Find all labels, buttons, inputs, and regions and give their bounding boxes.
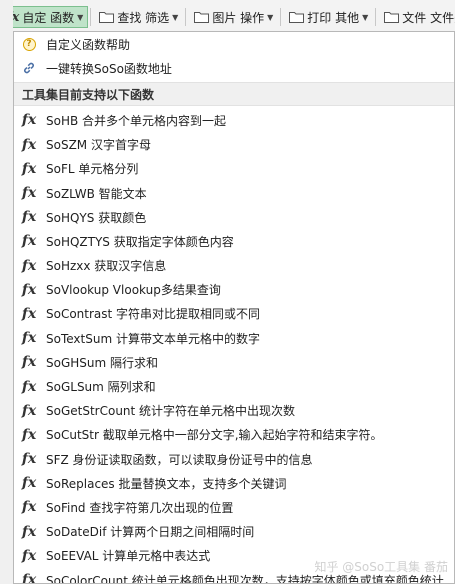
fx-icon: fx xyxy=(21,523,37,540)
fx-icon: fx xyxy=(21,257,37,274)
menu-item-function[interactable]: fx SoVlookup Vlookup多结果查询 xyxy=(14,278,454,302)
function-label: SoHQZTYS 获取指定字体颜色内容 xyxy=(46,234,234,249)
chevron-down-icon: ▼ xyxy=(172,12,179,22)
print-other-label: 打印 其他 xyxy=(307,10,360,25)
menu-item-function[interactable]: fx SoGHSum 隔行求和 xyxy=(14,350,454,374)
image-ops-button[interactable]: 图片 操作 ▼ xyxy=(190,6,278,28)
fx-icon: fx xyxy=(21,354,37,371)
link-icon xyxy=(24,63,34,74)
fx-icon: fx xyxy=(21,305,37,322)
menu-item-function[interactable]: fx SoGetStrCount 统计字符在单元格中出现次数 xyxy=(14,399,454,423)
section-header: 工具集目前支持以下函数 xyxy=(14,82,454,107)
fx-icon: fx xyxy=(21,233,37,250)
function-label: SoTextSum 计算带文本单元格中的数字 xyxy=(46,331,260,346)
fx-icon: fx xyxy=(21,499,37,516)
folder-icon xyxy=(289,12,305,23)
section-title: 工具集目前支持以下函数 xyxy=(22,87,155,102)
file-folder-button[interactable]: 文件 文件夹 xyxy=(380,6,455,28)
custom-function-label: 自定 函数 xyxy=(22,10,75,25)
file-folder-label: 文件 文件夹 xyxy=(402,10,455,25)
toolbar-divider xyxy=(90,8,92,26)
function-label: SoFL 单元格分列 xyxy=(46,162,139,177)
fx-icon: fx xyxy=(21,378,37,395)
toolbar-divider xyxy=(280,8,282,26)
fx-icon: fx xyxy=(21,451,37,468)
left-margin xyxy=(0,0,13,584)
function-label: SoHB 合并多个单元格内容到一起 xyxy=(46,113,227,128)
menu-item-function[interactable]: fx SFZ 身份证读取函数，可以读取身份证号中的信息 xyxy=(14,447,454,471)
fx-icon: fx xyxy=(21,475,37,492)
toolbar-divider xyxy=(185,8,187,26)
menu-item-function[interactable]: fx SoContrast 字符串对比提取相同或不同 xyxy=(14,302,454,326)
function-label: SoVlookup Vlookup多结果查询 xyxy=(46,283,221,298)
function-list: fx SoHB 合并多个单元格内容到一起 fx SoSZM 汉字首字母 fx SoFL 单… xyxy=(14,108,454,584)
function-label: SoHzxx 获取汉字信息 xyxy=(46,259,167,274)
function-label: SoFind 查找字符第几次出现的位置 xyxy=(46,500,234,515)
function-label: SoGHSum 隔行求和 xyxy=(46,355,159,370)
menu-item-function[interactable]: fx SoColorCount 统计单元格颜色出现次数，支持按字体颜色或填充颜色统… xyxy=(14,568,454,584)
chevron-down-icon: ▼ xyxy=(267,12,274,22)
function-label: SoColorCount 统计单元格颜色出现次数，支持按字体颜色或填充颜色统计 xyxy=(46,573,444,584)
menu-item-function[interactable]: fx SoFL 单元格分列 xyxy=(14,157,454,181)
chevron-down-icon: ▼ xyxy=(77,12,84,22)
function-label: SoHQYS 获取颜色 xyxy=(46,210,147,225)
fx-icon: fx xyxy=(21,281,37,298)
menu-item-function[interactable]: fx SoSZM 汉字首字母 xyxy=(14,133,454,157)
menu-item-help[interactable]: ? 自定义函数帮助 xyxy=(14,32,454,56)
function-label: SoZLWB 智能文本 xyxy=(46,186,147,201)
fx-icon: fx xyxy=(21,112,37,129)
function-label: SoGetStrCount 统计字符在单元格中出现次数 xyxy=(46,404,296,419)
toolbar: fx 自定 函数 ▼ 查找 筛选 ▼ 图片 操作 ▼ 打印 其他 ▼ 文件 文件… xyxy=(0,0,455,35)
menu-item-function[interactable]: fx SoZLWB 智能文本 xyxy=(14,181,454,205)
fx-icon: fx xyxy=(21,209,37,226)
menu-item-function[interactable]: fx SoCutStr 截取单元格中一部分文字,输入起始字符和结束字符。 xyxy=(14,423,454,447)
menu-item-function[interactable]: fx SoEEVAL 计算单元格中表达式 xyxy=(14,544,454,568)
function-dropdown-menu: ? 自定义函数帮助 一键转换SoSo函数地址 工具集目前支持以下函数 fx SoH… xyxy=(13,31,455,584)
function-label: SoGLSum 隔列求和 xyxy=(46,380,156,395)
fx-icon: fx xyxy=(21,136,37,153)
fx-icon: fx xyxy=(21,330,37,347)
function-label: SoDateDif 计算两个日期之间相隔时间 xyxy=(46,525,255,540)
menu-item-label: 自定义函数帮助 xyxy=(46,37,131,52)
menu-item-label: 一键转换SoSo函数地址 xyxy=(46,61,172,76)
menu-item-function[interactable]: fx SoHB 合并多个单元格内容到一起 xyxy=(14,108,454,132)
menu-item-function[interactable]: fx SoReplaces 批量替换文本，支持多个关键词 xyxy=(14,471,454,495)
menu-item-soso-link[interactable]: 一键转换SoSo函数地址 xyxy=(14,56,454,80)
function-label: SFZ 身份证读取函数，可以读取身份证号中的信息 xyxy=(46,452,313,467)
print-other-button[interactable]: 打印 其他 ▼ xyxy=(285,6,373,28)
fx-icon: fx xyxy=(21,426,37,443)
folder-icon xyxy=(99,12,115,23)
help-icon: ? xyxy=(22,37,36,51)
function-label: SoContrast 字符串对比提取相同或不同 xyxy=(46,307,261,322)
image-ops-label: 图片 操作 xyxy=(212,10,265,25)
find-filter-button[interactable]: 查找 筛选 ▼ xyxy=(95,6,183,28)
menu-item-function[interactable]: fx SoGLSum 隔列求和 xyxy=(14,374,454,398)
function-label: SoSZM 汉字首字母 xyxy=(46,138,151,153)
chevron-down-icon: ▼ xyxy=(362,12,369,22)
folder-icon xyxy=(384,12,400,23)
toolbar-divider xyxy=(375,8,377,26)
custom-function-button[interactable]: fx 自定 函数 ▼ xyxy=(2,6,89,28)
fx-icon: fx xyxy=(21,160,37,177)
function-label: SoEEVAL 计算单元格中表达式 xyxy=(46,549,211,564)
folder-icon xyxy=(194,12,210,23)
menu-item-function[interactable]: fx SoFind 查找字符第几次出现的位置 xyxy=(14,495,454,519)
fx-icon: fx xyxy=(21,402,37,419)
fx-icon: fx xyxy=(21,572,37,584)
fx-icon: fx xyxy=(21,547,37,564)
fx-icon: fx xyxy=(21,185,37,202)
function-label: SoReplaces 批量替换文本，支持多个关键词 xyxy=(46,476,287,491)
menu-item-function[interactable]: fx SoHQZTYS 获取指定字体颜色内容 xyxy=(14,229,454,253)
menu-item-function[interactable]: fx SoDateDif 计算两个日期之间相隔时间 xyxy=(14,520,454,544)
find-filter-label: 查找 筛选 xyxy=(117,10,170,25)
menu-item-function[interactable]: fx SoHzxx 获取汉字信息 xyxy=(14,254,454,278)
menu-item-function[interactable]: fx SoTextSum 计算带文本单元格中的数字 xyxy=(14,326,454,350)
menu-item-function[interactable]: fx SoHQYS 获取颜色 xyxy=(14,205,454,229)
function-label: SoCutStr 截取单元格中一部分文字,输入起始字符和结束字符。 xyxy=(46,428,383,443)
